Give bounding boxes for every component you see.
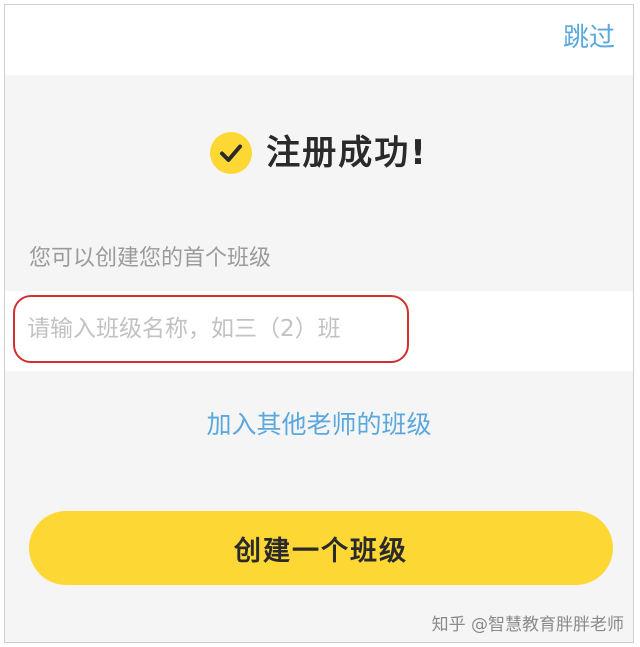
join-other-class-link[interactable]: 加入其他老师的班级 bbox=[5, 407, 633, 443]
success-title: 注册成功! bbox=[266, 133, 428, 173]
highlight-annotation bbox=[13, 295, 409, 363]
skip-button[interactable]: 跳过 bbox=[563, 20, 615, 56]
app-screen: 跳过 注册成功! 您可以创建您的首个班级 加入其他老师的班级 创建一个班级 bbox=[4, 4, 634, 643]
create-class-hint: 您可以创建您的首个班级 bbox=[29, 246, 272, 271]
class-name-field-row bbox=[5, 291, 633, 371]
top-bar: 跳过 bbox=[5, 5, 633, 75]
check-circle-icon bbox=[210, 132, 253, 174]
create-class-button[interactable]: 创建一个班级 bbox=[29, 511, 613, 585]
watermark-text: 知乎 @智慧教育胖胖老师 bbox=[431, 615, 624, 635]
success-banner: 注册成功! bbox=[5, 129, 633, 177]
